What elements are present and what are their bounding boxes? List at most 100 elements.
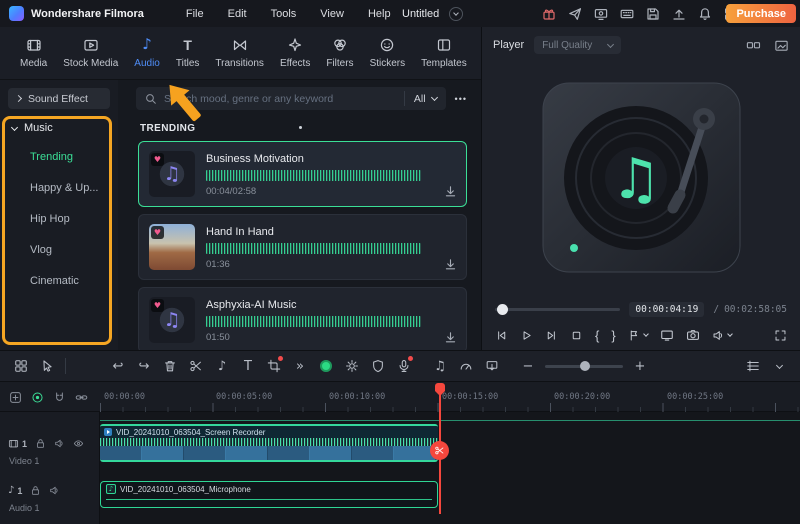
snap-magnet-button[interactable] xyxy=(53,391,66,404)
undo-button[interactable]: ↩ xyxy=(105,353,131,379)
render-preview-toggle[interactable] xyxy=(313,353,339,379)
project-title-area[interactable]: Untitled xyxy=(402,6,464,21)
tab-titles[interactable]: T Titles xyxy=(168,27,208,79)
speed-ramp-button[interactable] xyxy=(453,353,479,379)
timeline-options-chevron[interactable] xyxy=(766,353,792,379)
add-track-button[interactable] xyxy=(9,391,22,404)
sound-effect-group[interactable]: Sound Effect xyxy=(8,88,110,109)
crop-button[interactable] xyxy=(261,353,287,379)
more-tools-button[interactable]: » xyxy=(287,353,313,379)
video-track-badge: 1 xyxy=(8,438,27,449)
mute-speaker-icon[interactable] xyxy=(49,485,60,496)
lock-icon[interactable] xyxy=(30,485,41,496)
add-audio-button[interactable]: ♪ xyxy=(209,353,235,379)
tab-stock-media[interactable]: Stock Media xyxy=(55,27,126,79)
audio-clip[interactable]: ♪ VID_20241010_063504_Microphone xyxy=(100,481,438,508)
shield-denoise-button[interactable] xyxy=(365,353,391,379)
sidebar-item-happy[interactable]: Happy & Up... xyxy=(0,172,118,203)
fullscreen-button[interactable] xyxy=(774,329,787,342)
mark-out-button[interactable]: } xyxy=(611,329,615,342)
music-item-business-motivation[interactable]: ♫ ♥ Business Motivation 00:04/02:58 xyxy=(138,141,467,207)
add-text-button[interactable]: T xyxy=(235,353,261,379)
keyboard-shortcut-icon[interactable] xyxy=(619,6,634,21)
select-cursor-button[interactable] xyxy=(34,353,60,379)
export-frame-button[interactable] xyxy=(479,353,505,379)
record-toggle-button[interactable] xyxy=(31,391,44,404)
timeline-zoom-out-button[interactable]: − xyxy=(515,353,541,379)
sidebar-item-cinematic[interactable]: Cinematic xyxy=(0,265,118,296)
timeline-zoom-slider[interactable] xyxy=(545,361,623,371)
previous-frame-button[interactable] xyxy=(495,329,508,342)
lock-icon[interactable] xyxy=(35,438,46,449)
music-item-hand-in-hand[interactable]: ♥ Hand In Hand 01:36 xyxy=(138,214,467,280)
screen-record-icon[interactable] xyxy=(593,6,608,21)
snapshot-camera-button[interactable] xyxy=(686,328,700,342)
video-clip[interactable]: VID_20241010_063504_Screen Recorder xyxy=(100,424,438,462)
sidebar-item-trending[interactable]: Trending xyxy=(0,141,118,172)
menu-tools[interactable]: Tools xyxy=(259,8,309,20)
menu-file[interactable]: File xyxy=(174,8,216,20)
timeline-lane-area[interactable]: VID_20241010_063504_Screen Recorder ♪ VI… xyxy=(100,412,800,524)
music-group[interactable]: Music xyxy=(0,111,118,141)
next-frame-button[interactable] xyxy=(545,329,558,342)
menu-help[interactable]: Help xyxy=(356,8,403,20)
redo-button[interactable]: ↪ xyxy=(131,353,157,379)
search-box[interactable]: All xyxy=(136,87,446,110)
delete-trash-button[interactable] xyxy=(157,353,183,379)
notification-bell-icon[interactable] xyxy=(697,6,712,21)
split-cut-badge[interactable] xyxy=(430,441,449,460)
download-icon[interactable] xyxy=(444,185,457,198)
multiview-icon[interactable] xyxy=(746,38,761,53)
stock-media-icon xyxy=(83,36,99,53)
timeline-ruler[interactable]: 00:00:00 00:00:05:00 00:00:10:00 00:00:1… xyxy=(100,382,800,412)
mirror-display-button[interactable] xyxy=(660,328,674,342)
cloud-upload-icon[interactable] xyxy=(671,6,686,21)
search-icon xyxy=(145,93,157,105)
all-filter-dropdown[interactable]: All xyxy=(403,91,438,106)
zoom-slider-knob[interactable] xyxy=(580,361,591,371)
visibility-eye-icon[interactable] xyxy=(73,438,84,449)
scrubber-track[interactable] xyxy=(495,304,621,315)
split-scissors-button[interactable] xyxy=(183,353,209,379)
menu-edit[interactable]: Edit xyxy=(216,8,259,20)
tab-stickers[interactable]: Stickers xyxy=(362,27,414,79)
tab-media[interactable]: Media xyxy=(12,27,55,79)
favorite-heart-badge[interactable]: ♥ xyxy=(151,153,164,166)
menu-view[interactable]: View xyxy=(308,8,356,20)
tab-transitions[interactable]: Transitions xyxy=(207,27,272,79)
tab-templates[interactable]: Templates xyxy=(413,27,475,79)
download-icon[interactable] xyxy=(444,258,457,271)
marker-flag-button[interactable] xyxy=(628,329,649,342)
save-icon[interactable] xyxy=(645,6,660,21)
mark-in-button[interactable]: { xyxy=(595,329,599,342)
search-input[interactable] xyxy=(164,92,397,105)
tab-filters[interactable]: Filters xyxy=(318,27,361,79)
purchase-button[interactable]: Purchase xyxy=(726,4,796,23)
fit-view-icon[interactable] xyxy=(774,38,789,53)
track-height-button[interactable] xyxy=(740,353,766,379)
play-button[interactable] xyxy=(520,329,533,342)
mute-speaker-icon[interactable] xyxy=(54,438,65,449)
sidebar-item-vlog[interactable]: Vlog xyxy=(0,234,118,265)
tab-effects[interactable]: Effects xyxy=(272,27,318,79)
beat-detect-button[interactable]: ♫ xyxy=(427,353,453,379)
share-export-icon[interactable] xyxy=(567,6,582,21)
sidebar-item-hiphop[interactable]: Hip Hop xyxy=(0,203,118,234)
stop-button[interactable] xyxy=(570,329,583,342)
gift-icon[interactable] xyxy=(541,6,556,21)
timeline-zoom-in-button[interactable]: + xyxy=(627,353,653,379)
more-options-button[interactable]: ••• xyxy=(455,94,467,104)
favorite-heart-badge[interactable]: ♥ xyxy=(151,299,164,312)
download-icon[interactable] xyxy=(444,331,457,344)
favorite-heart-badge[interactable]: ♥ xyxy=(151,226,164,239)
media-layout-button[interactable] xyxy=(8,353,34,379)
voiceover-mic-button[interactable] xyxy=(391,353,417,379)
scrubber-knob[interactable] xyxy=(497,304,508,315)
project-dropdown-icon[interactable] xyxy=(449,6,464,21)
volume-button[interactable] xyxy=(712,329,733,342)
color-adjust-button[interactable] xyxy=(339,353,365,379)
quality-dropdown[interactable]: Full Quality xyxy=(534,36,622,54)
music-item-asphyxia[interactable]: ♫ ♥ Asphyxia-AI Music 01:50 xyxy=(138,287,467,350)
tab-audio[interactable]: ♪ Audio xyxy=(126,27,168,79)
auto-ripple-link-button[interactable] xyxy=(75,391,88,404)
